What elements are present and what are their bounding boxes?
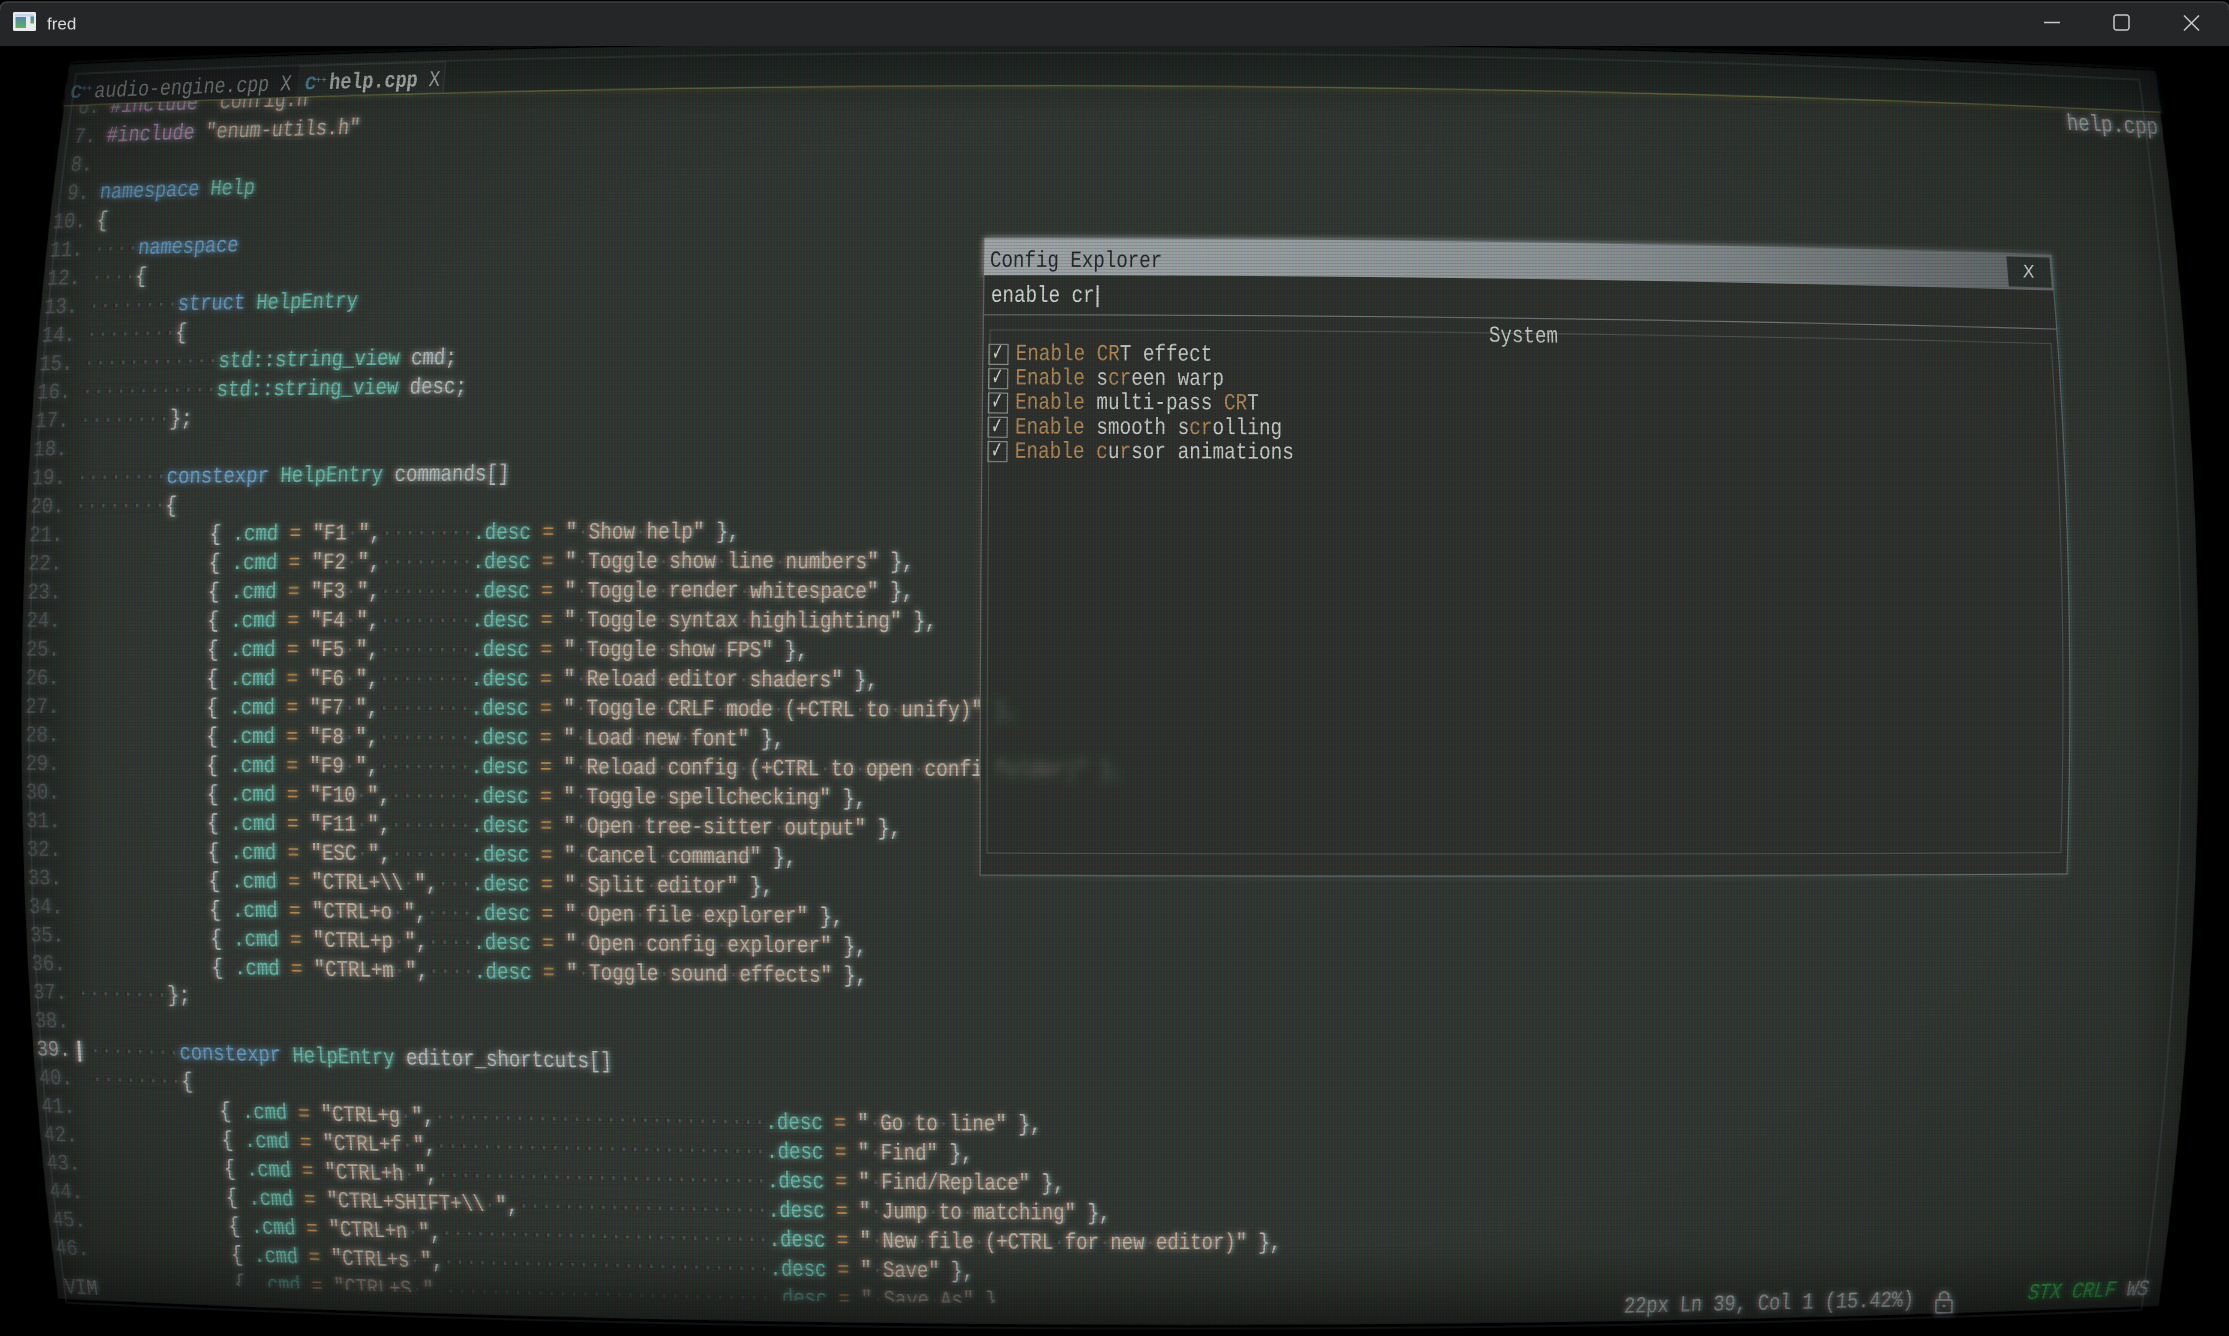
svg-text:fred: fred [47, 15, 76, 34]
